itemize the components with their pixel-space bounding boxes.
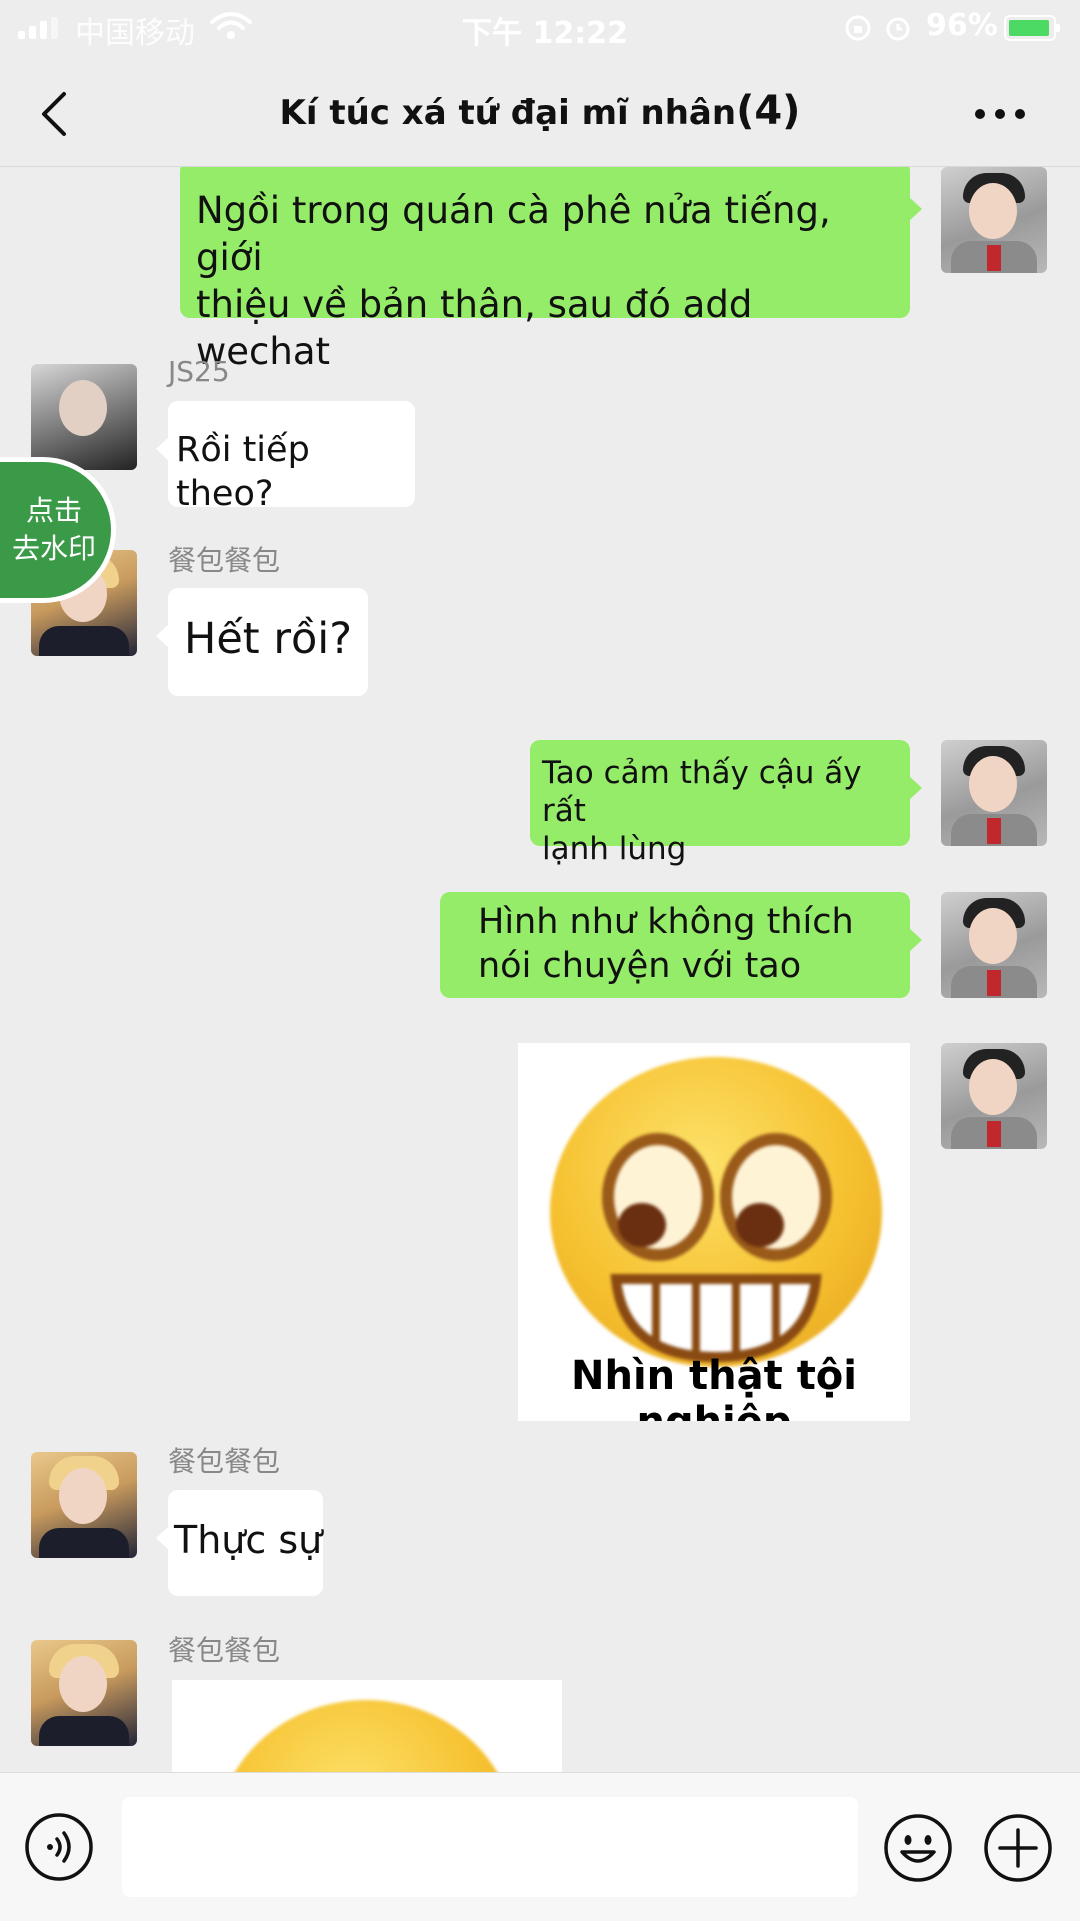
message-text: Tao cảm thấy cậu ấy rất lạnh lùng	[542, 755, 862, 867]
sender-name: JS25	[168, 355, 230, 388]
message-input[interactable]	[122, 1797, 858, 1897]
message-text: Thực sự	[174, 1518, 323, 1562]
message-list[interactable]: Ngồi trong quán cà phê nửa tiếng, giới t…	[0, 167, 1080, 1772]
avatar[interactable]	[31, 364, 137, 470]
voice-icon[interactable]	[24, 1812, 94, 1882]
message-bubble[interactable]: Hình như không thích nói chuyện với tao	[440, 892, 922, 998]
emoji-icon[interactable]	[882, 1812, 954, 1884]
battery-percent: 96%	[926, 8, 998, 43]
wifi-icon	[210, 12, 252, 39]
avatar[interactable]	[31, 1452, 137, 1558]
badge-label: 点击 去水印	[11, 494, 96, 565]
sender-name: 餐包餐包	[168, 1445, 281, 1478]
sender-name: 餐包餐包	[168, 544, 281, 577]
chat-header: Kí túc xá tứ đại mĩ nhân(4)	[0, 60, 1080, 167]
battery-charging-icon	[1004, 15, 1060, 41]
member-count: (4)	[736, 88, 801, 134]
avatar[interactable]	[941, 892, 1047, 998]
input-bar	[0, 1772, 1080, 1921]
message-bubble[interactable]: Thực sự	[156, 1490, 323, 1596]
emoji-icon	[216, 1700, 516, 1772]
plus-icon[interactable]	[982, 1812, 1054, 1884]
sticker-caption: Nhìn thật tội nghiệp	[570, 1353, 857, 1421]
more-dots-icon[interactable]	[972, 96, 1028, 132]
chat-title: Kí túc xá tứ đại mĩ nhân(4)	[0, 88, 1080, 134]
avatar[interactable]	[941, 1043, 1047, 1149]
message-text: Rồi tiếp theo?	[176, 430, 310, 514]
clock: 下午 12:22	[462, 16, 628, 51]
avatar[interactable]	[941, 167, 1047, 273]
sender-name: 餐包餐包	[168, 1634, 281, 1667]
screen-lock-icon	[845, 15, 871, 41]
message-bubble[interactable]: Tao cảm thấy cậu ấy rất lạnh lùng	[530, 740, 922, 867]
sticker-image[interactable]: Nhìn thật tội nghiệp	[518, 1043, 910, 1421]
message-bubble[interactable]: Ngồi trong quán cà phê nửa tiếng, giới t…	[180, 167, 922, 373]
sticker-image[interactable]	[172, 1680, 562, 1772]
message-text: Hình như không thích nói chuyện với tao	[478, 902, 854, 986]
group-name: Kí túc xá tứ đại mĩ nhân	[279, 93, 737, 133]
grimacing-emoji-icon	[550, 1057, 882, 1367]
message-bubble[interactable]: Rồi tiếp theo?	[156, 401, 415, 514]
avatar[interactable]	[31, 1640, 137, 1746]
message-text: Ngồi trong quán cà phê nửa tiếng, giới t…	[196, 189, 831, 373]
alarm-icon	[886, 17, 910, 41]
carrier-label: 中国移动	[75, 16, 195, 51]
message-bubble[interactable]: Hết rồi?	[156, 588, 368, 696]
status-bar: 中国移动 下午 12:22 96%	[0, 0, 1080, 60]
signal-icon	[18, 17, 60, 39]
avatar[interactable]	[941, 740, 1047, 846]
message-text: Hết rồi?	[184, 614, 353, 664]
